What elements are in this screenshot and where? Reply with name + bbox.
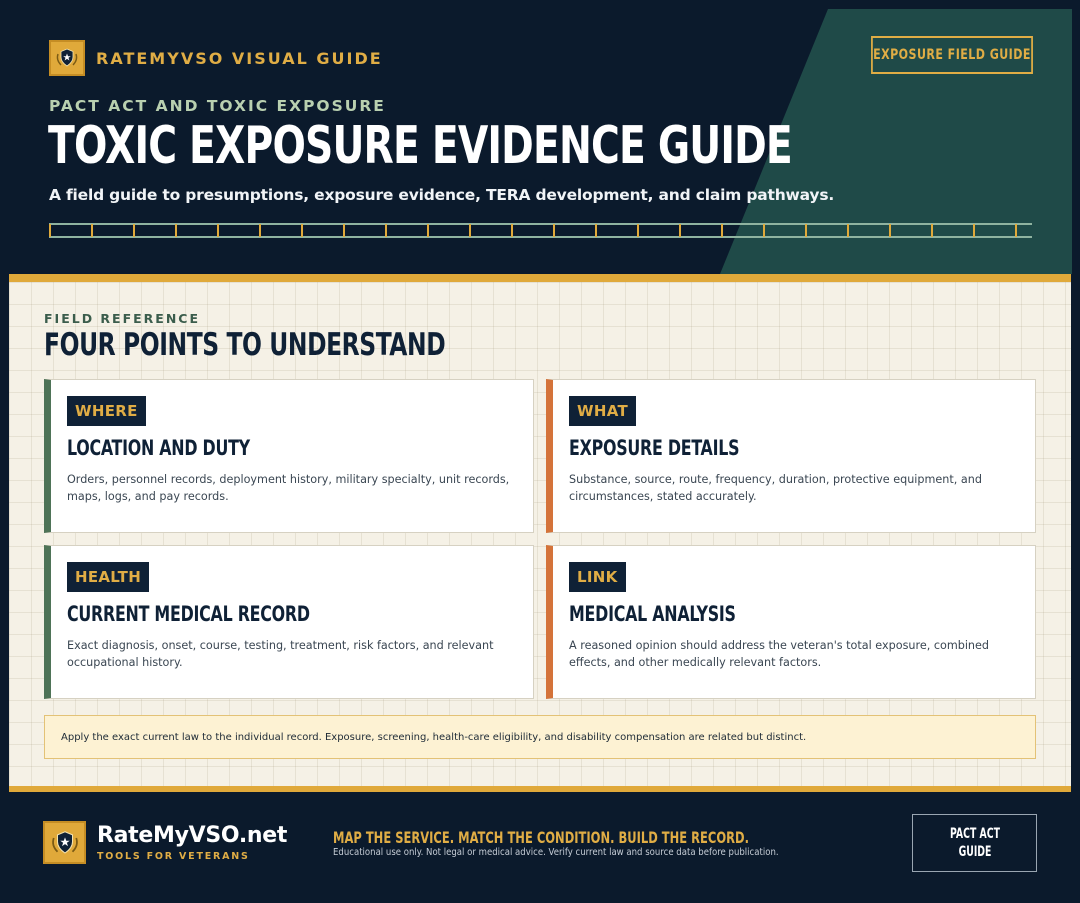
legal-note: Apply the exact current law to the indiv… xyxy=(44,715,1036,759)
card-title: CURRENT MEDICAL RECORD xyxy=(67,602,310,626)
ruler-divider xyxy=(49,223,1032,238)
section-label: FIELD REFERENCE xyxy=(44,311,201,326)
page-subtitle: A field guide to presumptions, exposure … xyxy=(49,186,835,204)
card-body: A reasoned opinion should address the ve… xyxy=(569,639,990,669)
footer-site-name: RateMyVSO.net xyxy=(97,822,288,848)
footer-slogan: MAP THE SERVICE. MATCH THE CONDITION. BU… xyxy=(333,828,749,847)
brand[interactable]: RATEMYVSO VISUAL GUIDE xyxy=(49,40,383,76)
card-title: LOCATION AND DUTY xyxy=(67,436,250,460)
card-title: EXPOSURE DETAILS xyxy=(569,436,740,460)
button-line-2: GUIDE xyxy=(958,844,991,860)
main-content: FIELD REFERENCE FOUR POINTS TO UNDERSTAN… xyxy=(9,282,1071,786)
card-body: Orders, personnel records, deployment hi… xyxy=(67,473,510,503)
page-footer: RateMyVSO.net TOOLS FOR VETERANS MAP THE… xyxy=(0,792,1080,903)
card-body: Exact diagnosis, onset, course, testing,… xyxy=(67,639,494,669)
card-tag: WHAT xyxy=(569,396,636,426)
card-title: MEDICAL ANALYSIS xyxy=(569,602,736,626)
footer-tagline: TOOLS FOR VETERANS xyxy=(97,850,250,862)
card-body: Substance, source, route, frequency, dur… xyxy=(569,473,982,503)
button-line-1: PACT ACT xyxy=(949,826,1000,842)
page-header: RATEMYVSO VISUAL GUIDE EXPOSURE FIELD GU… xyxy=(0,0,1080,274)
card-tag: WHERE xyxy=(67,396,146,426)
card-link: LINK MEDICAL ANALYSIS A reasoned opinion… xyxy=(546,545,1036,699)
header-eyebrow: PACT ACT AND TOXIC EXPOSURE xyxy=(49,97,386,115)
shield-star-icon xyxy=(49,40,85,76)
pact-act-guide-button[interactable]: PACT ACT GUIDE xyxy=(912,814,1037,872)
card-tag: HEALTH xyxy=(67,562,150,592)
card-what: WHAT EXPOSURE DETAILS Substance, source,… xyxy=(546,379,1036,533)
brand-name: RATEMYVSO VISUAL GUIDE xyxy=(96,48,383,68)
footer-brand[interactable]: RateMyVSO.net TOOLS FOR VETERANS xyxy=(43,821,287,864)
shield-star-icon xyxy=(43,821,86,864)
footer-disclaimer: Educational use only. Not legal or medic… xyxy=(333,847,779,858)
card-tag: LINK xyxy=(569,562,626,592)
page-title: TOXIC EXPOSURE EVIDENCE GUIDE xyxy=(48,116,793,176)
card-where: WHERE LOCATION AND DUTY Orders, personne… xyxy=(44,379,534,533)
section-title: FOUR POINTS TO UNDERSTAND xyxy=(44,327,446,363)
gold-rule-top xyxy=(9,274,1071,282)
exposure-field-guide-button[interactable]: EXPOSURE FIELD GUIDE xyxy=(871,36,1033,74)
card-health: HEALTH CURRENT MEDICAL RECORD Exact diag… xyxy=(44,545,534,699)
